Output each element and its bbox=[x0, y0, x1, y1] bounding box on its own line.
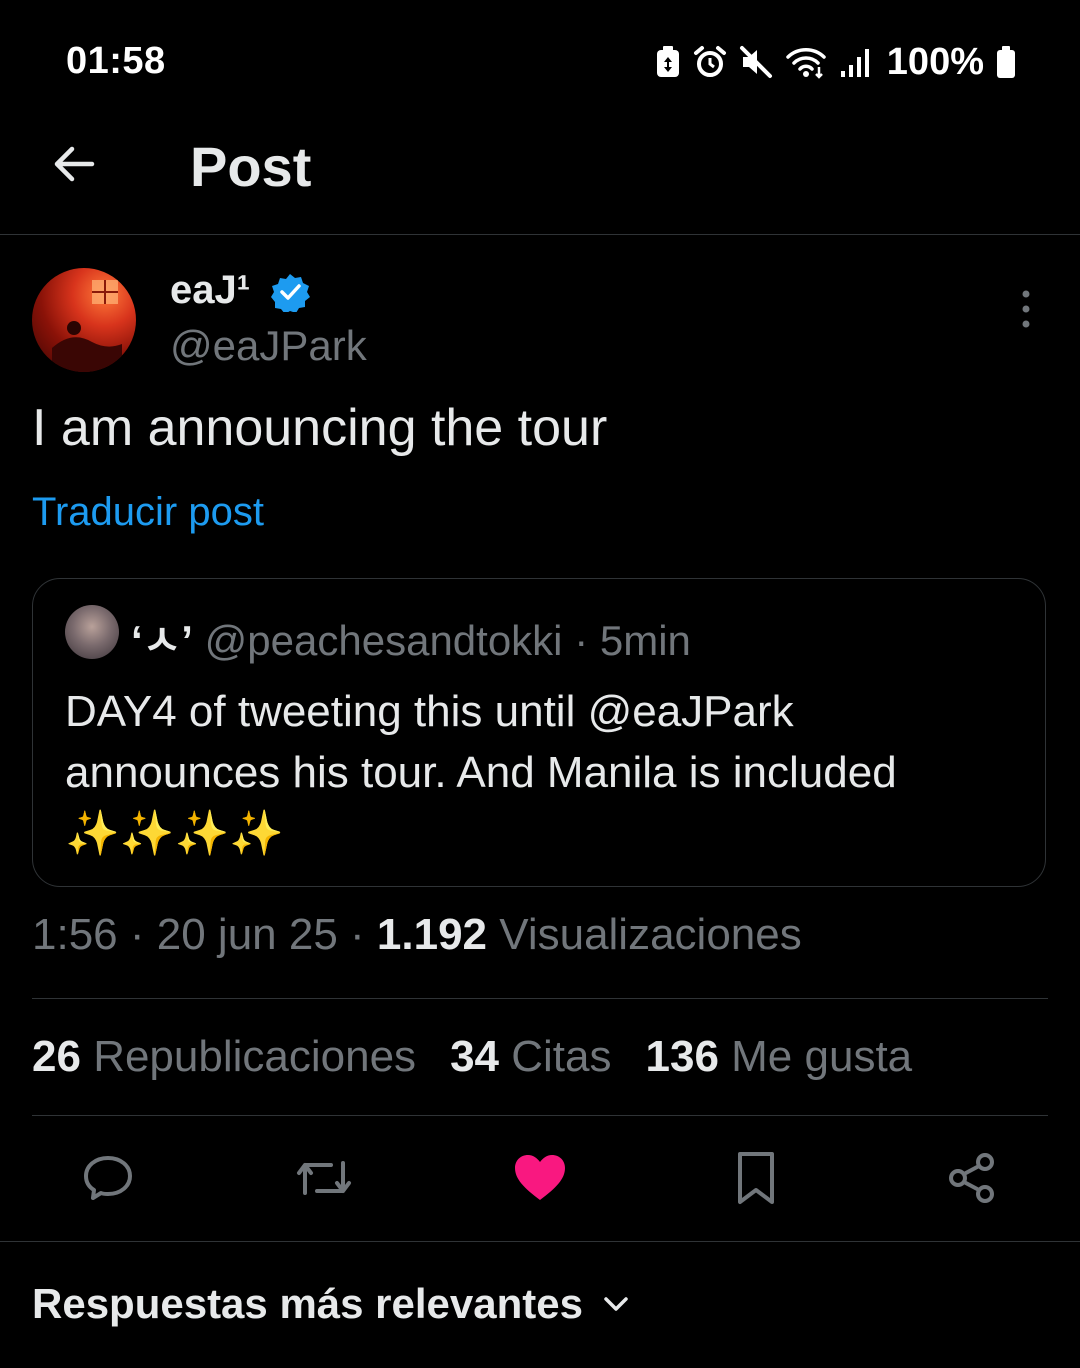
quotes-count: 34 bbox=[450, 1032, 500, 1081]
quoted-author-name: ‘ㅅ’ bbox=[131, 617, 193, 664]
repost-button[interactable] bbox=[294, 1148, 354, 1208]
quoted-author-handle: @peachesandtokki bbox=[204, 617, 563, 664]
share-button[interactable] bbox=[942, 1148, 1002, 1208]
mute-icon bbox=[739, 46, 772, 78]
heart-icon bbox=[515, 1155, 565, 1200]
chevron-down-icon bbox=[604, 1297, 628, 1311]
status-icons: 100% bbox=[655, 38, 1016, 86]
post-actions bbox=[0, 1140, 1080, 1240]
quoted-post-card[interactable]: ‘ㅅ’ @peachesandtokki · 5min DAY4 of twee… bbox=[32, 578, 1046, 887]
avatar-image bbox=[52, 280, 122, 372]
wifi-icon bbox=[786, 48, 826, 79]
translate-post-link[interactable]: Traducir post bbox=[32, 490, 264, 535]
post-time: 1:56 bbox=[32, 910, 118, 959]
quoted-author-avatar bbox=[65, 605, 119, 659]
quoted-post-header: ‘ㅅ’ @peachesandtokki · 5min bbox=[131, 607, 691, 668]
divider bbox=[32, 998, 1048, 999]
reposts-count: 26 bbox=[32, 1032, 81, 1081]
like-button[interactable] bbox=[510, 1148, 570, 1208]
post-date: · 20 jun 25 · bbox=[129, 910, 365, 959]
post-meta: 1:56 · 20 jun 25 · 1.192 Visualizaciones bbox=[32, 910, 802, 960]
reposts-stat[interactable]: 26 Republicaciones bbox=[32, 1032, 416, 1082]
battery-saver-icon bbox=[656, 46, 679, 77]
verified-badge-icon bbox=[271, 274, 310, 312]
back-button[interactable] bbox=[46, 136, 102, 192]
repost-icon bbox=[297, 1161, 351, 1195]
replies-sort-dropdown[interactable]: Respuestas más relevantes bbox=[32, 1280, 631, 1328]
battery-icon bbox=[997, 46, 1015, 78]
views-count: 1.192 bbox=[376, 910, 488, 959]
quoted-post-time: · 5min bbox=[574, 617, 691, 664]
post-stats: 26 Republicaciones 34 Citas 136 Me gusta bbox=[32, 1032, 912, 1082]
arrow-left-icon bbox=[54, 146, 95, 182]
author-avatar[interactable] bbox=[32, 268, 136, 372]
more-options-icon[interactable] bbox=[1008, 286, 1044, 332]
reply-icon bbox=[84, 1156, 132, 1200]
bookmark-button[interactable] bbox=[726, 1148, 786, 1208]
share-icon bbox=[949, 1153, 994, 1203]
reposts-label: Republicaciones bbox=[93, 1032, 417, 1081]
quotes-stat[interactable]: 34 Citas bbox=[450, 1032, 611, 1082]
quotes-label: Citas bbox=[511, 1032, 612, 1081]
author-handle[interactable]: @eaJPark bbox=[170, 322, 367, 370]
status-bar: 01:58 100% bbox=[0, 0, 1080, 120]
replies-sort-label: Respuestas más relevantes bbox=[32, 1280, 583, 1327]
post-text: I am announcing the tour bbox=[32, 399, 608, 457]
status-time: 01:58 bbox=[66, 40, 166, 82]
views-label: Visualizaciones bbox=[499, 910, 802, 959]
reply-button[interactable] bbox=[78, 1148, 138, 1208]
bookmark-icon bbox=[738, 1152, 774, 1204]
alarm-icon bbox=[693, 46, 726, 77]
page-title: Post bbox=[190, 135, 312, 198]
signal-icon bbox=[840, 49, 869, 77]
divider bbox=[0, 1241, 1080, 1242]
top-app-bar: Post bbox=[0, 120, 1080, 235]
likes-count: 136 bbox=[645, 1032, 719, 1081]
battery-percentage: 100% bbox=[886, 40, 984, 83]
likes-stat[interactable]: 136 Me gusta bbox=[646, 1032, 913, 1082]
likes-label: Me gusta bbox=[731, 1032, 913, 1081]
quoted-post-text: DAY4 of tweeting this until @eaJPark ann… bbox=[65, 687, 897, 858]
divider bbox=[32, 1115, 1048, 1116]
author-name[interactable]: eaJ¹ bbox=[170, 268, 250, 313]
